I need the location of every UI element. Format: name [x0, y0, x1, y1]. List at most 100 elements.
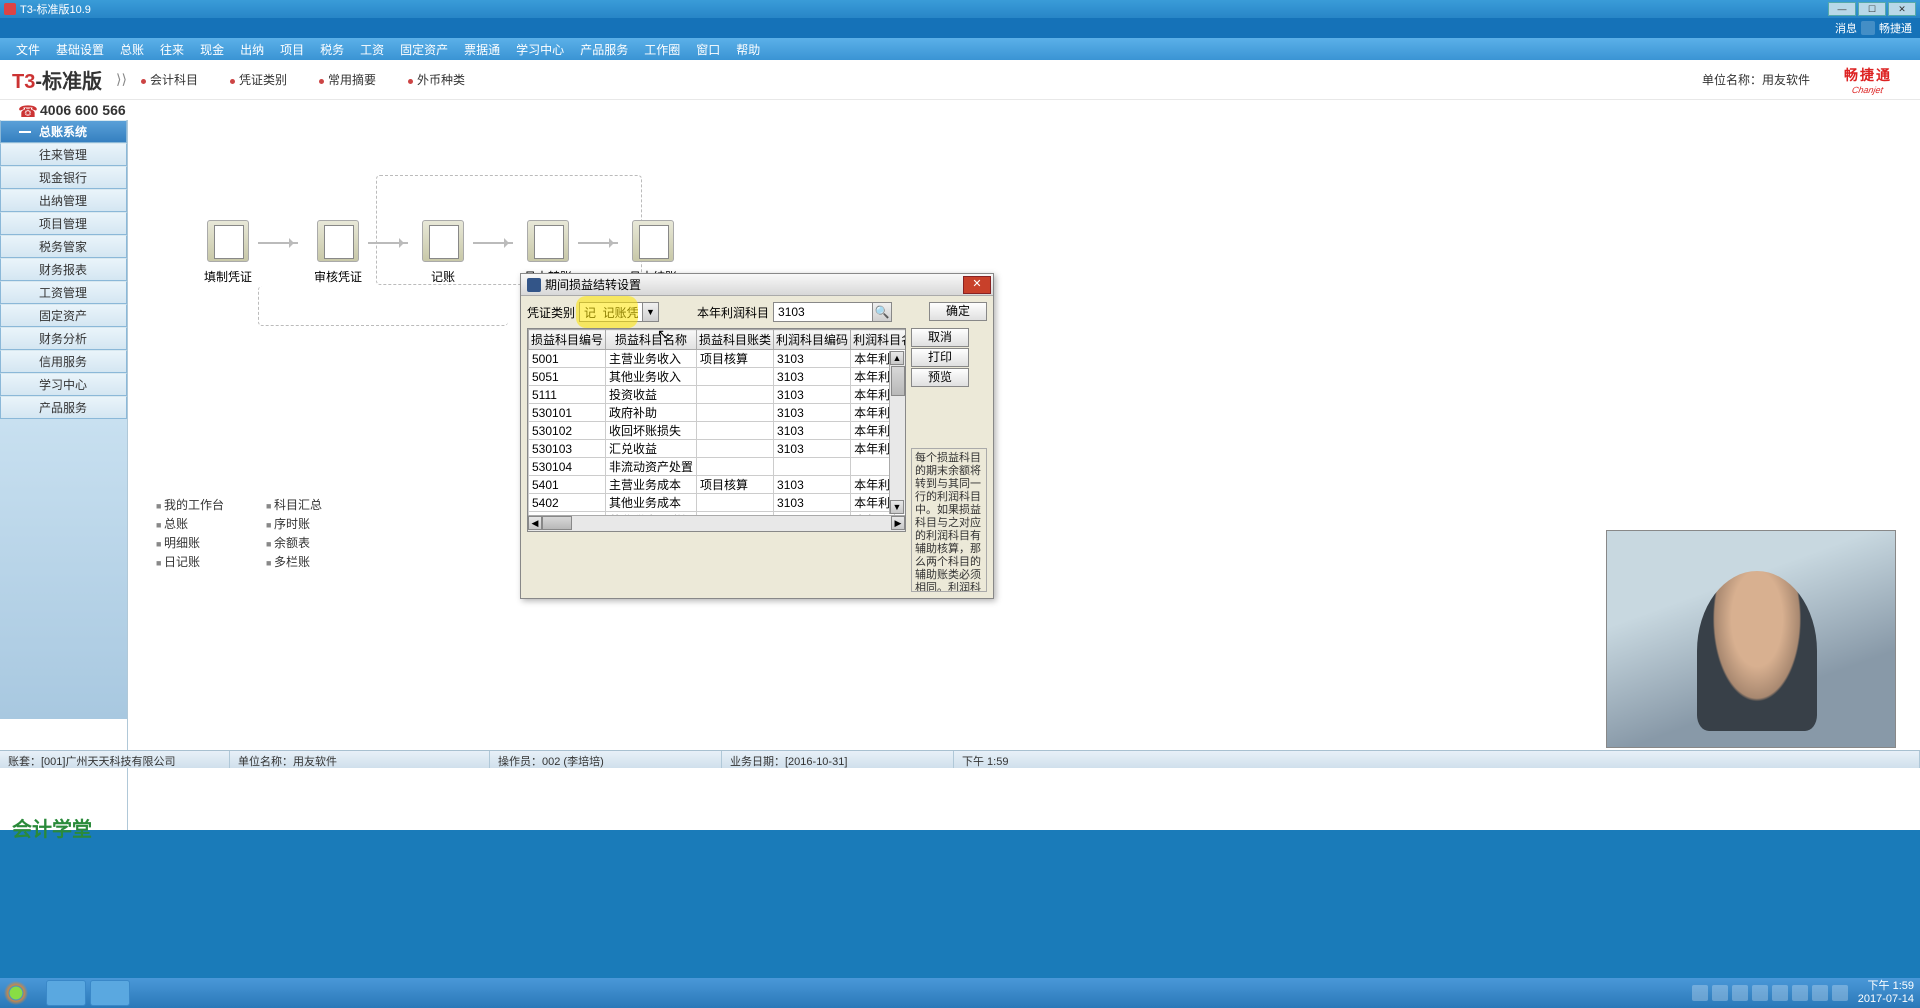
dialog-close-button[interactable]: ✕: [963, 276, 991, 294]
sidebar-item-税务管家[interactable]: 税务管家: [0, 235, 127, 258]
menu-现金[interactable]: 现金: [192, 41, 232, 58]
scroll-left-icon[interactable]: ◀: [528, 516, 542, 530]
link-余额表[interactable]: 余额表: [266, 534, 376, 551]
horizontal-scrollbar[interactable]: ◀ ▶: [528, 515, 905, 531]
link-总账[interactable]: 总账: [156, 515, 266, 532]
table-row[interactable]: 5111投资收益3103本年利润: [529, 386, 907, 404]
scroll-thumb[interactable]: [891, 366, 905, 396]
profit-account-input[interactable]: [773, 302, 873, 322]
menu-项目[interactable]: 项目: [272, 41, 312, 58]
menu-产品服务[interactable]: 产品服务: [572, 41, 636, 58]
workflow-step-记账[interactable]: 记账: [403, 220, 483, 285]
sidebar-item-往来管理[interactable]: 往来管理: [0, 143, 127, 166]
menu-税务[interactable]: 税务: [312, 41, 352, 58]
tray-icon[interactable]: [1752, 985, 1768, 1001]
account-search-button[interactable]: 🔍: [872, 302, 892, 322]
brand-link[interactable]: 畅捷通: [1879, 20, 1912, 36]
table-header[interactable]: 损益科目编号: [529, 330, 606, 350]
tray-icon[interactable]: [1792, 985, 1808, 1001]
menu-窗口[interactable]: 窗口: [688, 41, 728, 58]
vertical-scrollbar[interactable]: ▲ ▼: [889, 351, 905, 514]
table-header[interactable]: 利润科目编码: [774, 330, 851, 350]
scroll-up-icon[interactable]: ▲: [890, 351, 904, 365]
sidebar-item-财务分析[interactable]: 财务分析: [0, 327, 127, 350]
table-row[interactable]: 530104非流动资产处置: [529, 458, 907, 476]
sidebar-item-固定资产[interactable]: 固定资产: [0, 304, 127, 327]
tray-icon[interactable]: [1812, 985, 1828, 1001]
sidebar-item-总账系统[interactable]: 总账系统: [0, 120, 127, 143]
voucher-type-combo[interactable]: ▼ ↖: [579, 302, 659, 322]
menu-总账[interactable]: 总账: [112, 41, 152, 58]
workflow-step-审核凭证[interactable]: 审核凭证: [298, 220, 378, 285]
sidebar-item-信用服务[interactable]: 信用服务: [0, 350, 127, 373]
dialog-取消-button[interactable]: 取消: [911, 328, 969, 347]
tray-icon[interactable]: [1772, 985, 1788, 1001]
menu-往来[interactable]: 往来: [152, 41, 192, 58]
table-header[interactable]: 损益科目账类: [697, 330, 774, 350]
tray-icon[interactable]: [1732, 985, 1748, 1001]
menu-基础设置[interactable]: 基础设置: [48, 41, 112, 58]
menu-工作圈[interactable]: 工作圈: [636, 41, 688, 58]
link-明细账[interactable]: 明细账: [156, 534, 266, 551]
link-日记账[interactable]: 日记账: [156, 553, 266, 570]
tray-icon[interactable]: [1692, 985, 1708, 1001]
close-button[interactable]: ✕: [1888, 2, 1916, 16]
scroll-thumb-h[interactable]: [542, 516, 572, 530]
link-我的工作台[interactable]: 我的工作台: [156, 496, 266, 513]
tray-icon[interactable]: [1832, 985, 1848, 1001]
subnav-会计科目[interactable]: 会计科目: [141, 71, 198, 88]
scroll-right-icon[interactable]: ▶: [891, 516, 905, 530]
link-多栏账[interactable]: 多栏账: [266, 553, 376, 570]
table-header[interactable]: 损益科目名称: [606, 330, 697, 350]
dialog-打印-button[interactable]: 打印: [911, 348, 969, 367]
sidebar-item-工资管理[interactable]: 工资管理: [0, 281, 127, 304]
table-cell: 非流动资产处置: [606, 458, 697, 476]
link-科目汇总[interactable]: 科目汇总: [266, 496, 376, 513]
tray-icon[interactable]: [1712, 985, 1728, 1001]
message-link[interactable]: 消息: [1835, 20, 1857, 36]
table-row[interactable]: 530101政府补助3103本年利润: [529, 404, 907, 422]
start-button[interactable]: [2, 979, 42, 1007]
taskbar-clock[interactable]: 下午 1:59 2017-07-14: [1858, 980, 1914, 1006]
table-row[interactable]: 5401主营业务成本项目核算3103本年利润: [529, 476, 907, 494]
menu-工资[interactable]: 工资: [352, 41, 392, 58]
table-header[interactable]: 利润科目名称: [851, 330, 906, 350]
table-cell: 5051: [529, 368, 606, 386]
notification-icon[interactable]: [1861, 21, 1875, 35]
info-bar: 消息 畅捷通: [0, 18, 1920, 38]
minimize-button[interactable]: —: [1828, 2, 1856, 16]
table-row[interactable]: 530102收回坏账损失3103本年利润: [529, 422, 907, 440]
dialog-预览-button[interactable]: 预览: [911, 368, 969, 387]
dialog-titlebar[interactable]: 期间损益结转设置 ✕: [521, 274, 993, 296]
sidebar-item-财务报表[interactable]: 财务报表: [0, 258, 127, 281]
menu-文件[interactable]: 文件: [8, 41, 48, 58]
quick-links: 我的工作台总账明细账日记账 科目汇总序时账余额表多栏账: [156, 496, 376, 572]
table-row[interactable]: 5001主营业务收入项目核算3103本年利润: [529, 350, 907, 368]
subnav-凭证类别[interactable]: 凭证类别: [230, 71, 287, 88]
menu-票据通[interactable]: 票据通: [456, 41, 508, 58]
menu-学习中心[interactable]: 学习中心: [508, 41, 572, 58]
combo-arrow-icon[interactable]: ▼: [642, 303, 658, 321]
menu-出纳[interactable]: 出纳: [232, 41, 272, 58]
subnav-外币种类[interactable]: 外币种类: [408, 71, 465, 88]
sidebar-item-产品服务[interactable]: 产品服务: [0, 396, 127, 419]
link-序时账[interactable]: 序时账: [266, 515, 376, 532]
dialog-确定-button[interactable]: 确定: [929, 302, 987, 321]
nav-chevron-icon[interactable]: ⟩⟩: [116, 71, 127, 88]
sidebar-item-现金银行[interactable]: 现金银行: [0, 166, 127, 189]
subnav-常用摘要[interactable]: 常用摘要: [319, 71, 376, 88]
sidebar-item-项目管理[interactable]: 项目管理: [0, 212, 127, 235]
maximize-button[interactable]: ☐: [1858, 2, 1886, 16]
menu-帮助[interactable]: 帮助: [728, 41, 768, 58]
table-row[interactable]: 5051其他业务收入3103本年利润: [529, 368, 907, 386]
voucher-type-input[interactable]: [580, 303, 642, 321]
scroll-down-icon[interactable]: ▼: [890, 500, 904, 514]
menu-固定资产[interactable]: 固定资产: [392, 41, 456, 58]
sidebar-item-学习中心[interactable]: 学习中心: [0, 373, 127, 396]
table-row[interactable]: 5402其他业务成本3103本年利润: [529, 494, 907, 512]
taskbar-app-1[interactable]: [46, 980, 86, 1006]
taskbar-app-2[interactable]: [90, 980, 130, 1006]
table-row[interactable]: 530103汇兑收益3103本年利润: [529, 440, 907, 458]
workflow-step-填制凭证[interactable]: 填制凭证: [188, 220, 268, 285]
sidebar-item-出纳管理[interactable]: 出纳管理: [0, 189, 127, 212]
